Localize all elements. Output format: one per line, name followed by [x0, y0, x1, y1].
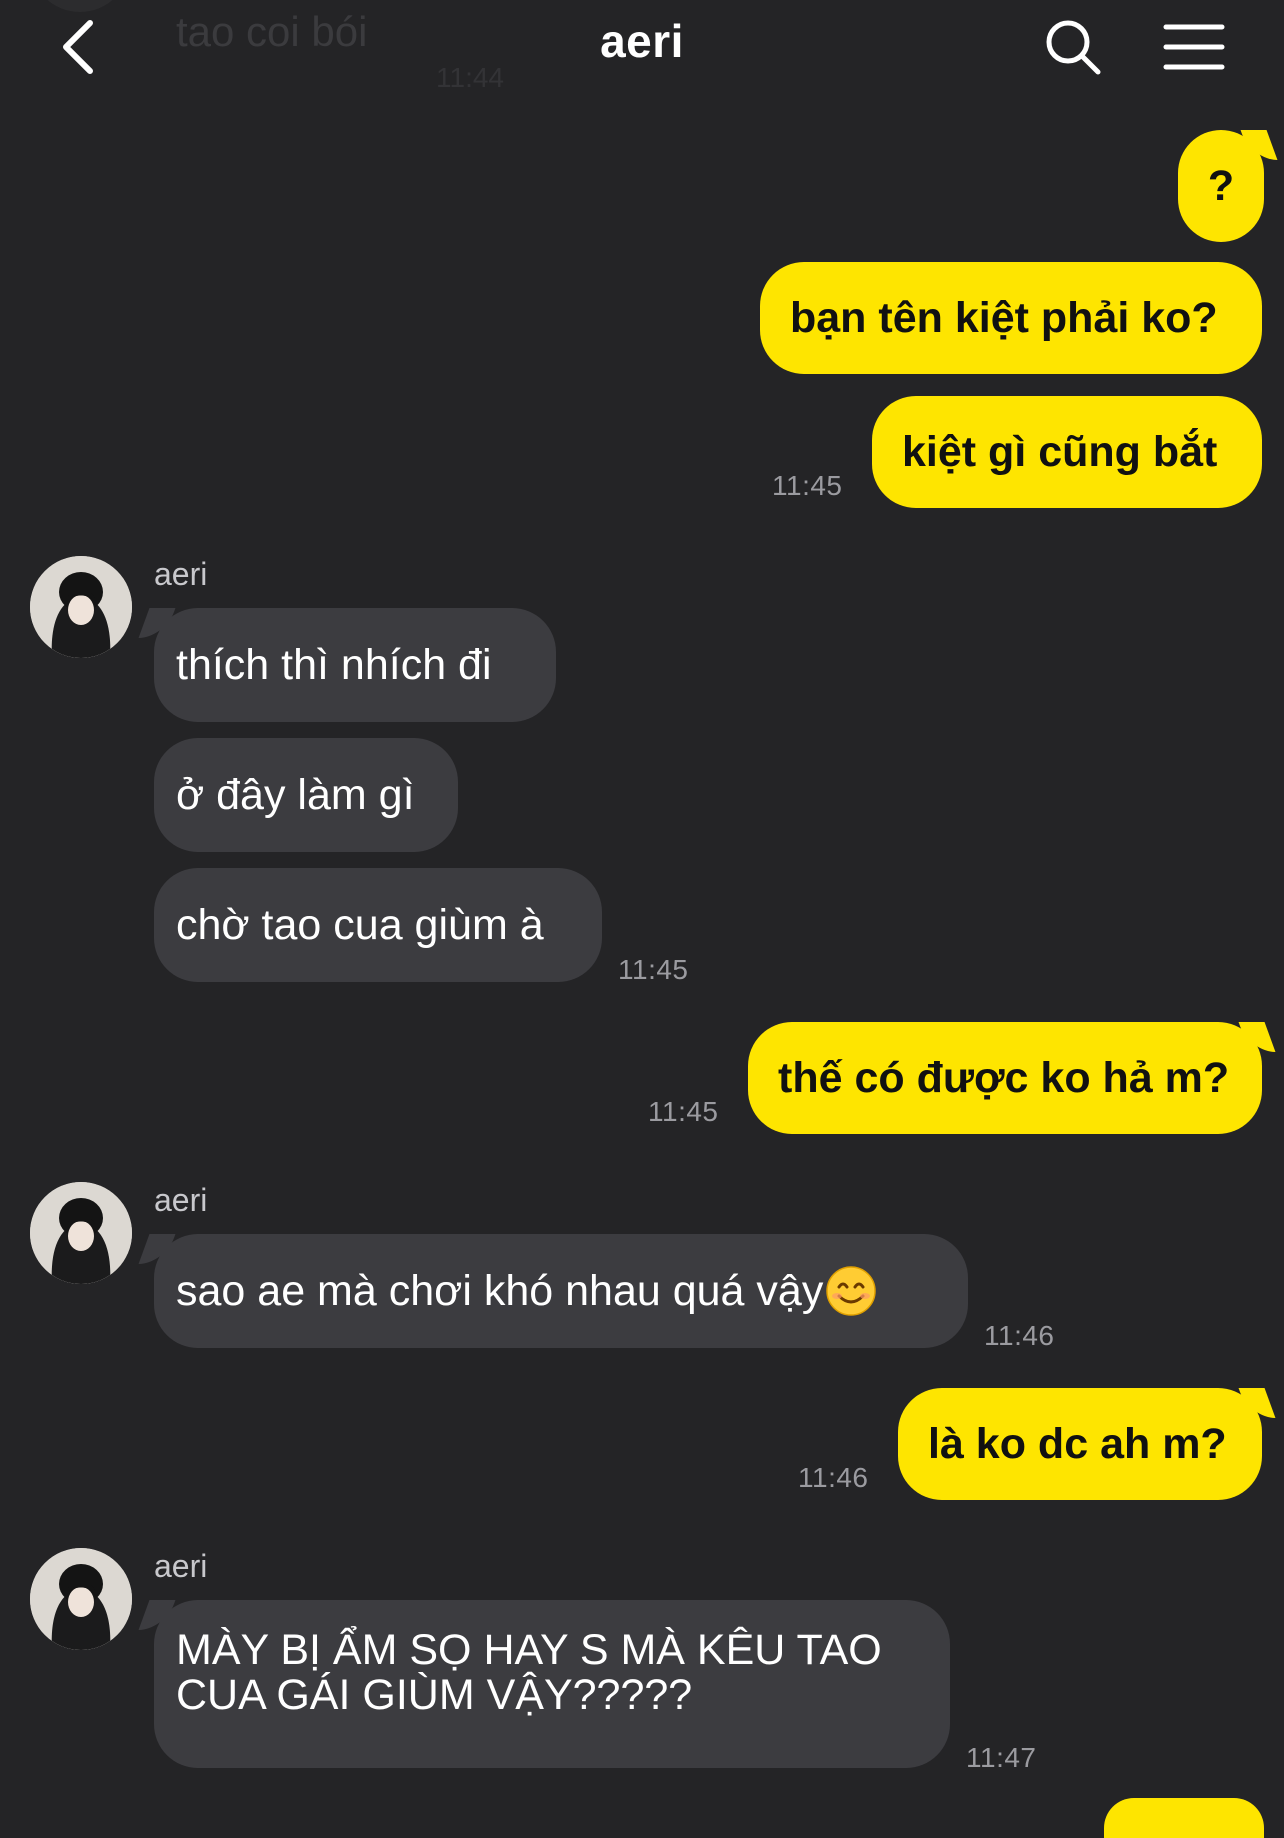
- their-message-bubble[interactable]: MÀY BỊ ẨM SỌ HAY S MÀ KÊU TAO CUA GÁI GI…: [154, 1600, 950, 1768]
- their-message-bubble[interactable]: chờ tao cua giùm à: [154, 868, 602, 982]
- sender-name: aeri: [154, 1182, 208, 1218]
- search-button[interactable]: [1040, 14, 1106, 80]
- message-text: ?: [1207, 161, 1235, 210]
- sender-name: aeri: [154, 1548, 208, 1584]
- message-text: kiệt gì cũng bắt: [902, 427, 1218, 476]
- message-text: bạn tên kiệt phải ko?: [790, 293, 1218, 342]
- menu-button[interactable]: [1160, 14, 1228, 80]
- message-timestamp: 11:47: [966, 1742, 1037, 1773]
- message-text: chờ tao cua giùm à: [176, 900, 544, 949]
- their-message-bubble[interactable]: ở đây làm gì: [154, 738, 458, 852]
- my-message-bubble[interactable]: bạn tên kiệt phải ko?: [760, 262, 1262, 374]
- sender-name: aeri: [154, 556, 208, 592]
- profile-photo-icon: [30, 1182, 132, 1284]
- contact-avatar[interactable]: [30, 1548, 132, 1650]
- their-message-bubble[interactable]: sao ae mà chơi khó nhau quá vậy: [154, 1234, 968, 1348]
- message-timestamp: 11:46: [984, 1320, 1055, 1351]
- their-message-bubble[interactable]: thích thì nhích đi: [154, 608, 556, 722]
- my-message-bubble-partial: [1104, 1798, 1264, 1838]
- message-text: MÀY BỊ ẨM SỌ HAY S MÀ KÊU TAO CUA GÁI GI…: [176, 1626, 882, 1720]
- chat-header: aeri: [0, 0, 1284, 100]
- message-timestamp: 11:46: [798, 1462, 869, 1493]
- message-text: sao ae mà chơi khó nhau quá vậy: [176, 1266, 824, 1315]
- message-timestamp: 11:45: [772, 470, 843, 501]
- my-message-bubble[interactable]: thế có được ko hả m?: [748, 1022, 1262, 1134]
- my-message-bubble[interactable]: kiệt gì cũng bắt: [872, 396, 1262, 508]
- message-text: thế có được ko hả m?: [778, 1053, 1230, 1102]
- smiling-face-emoji-icon: [826, 1266, 877, 1316]
- profile-photo-icon: [30, 556, 132, 658]
- contact-avatar[interactable]: [30, 1182, 132, 1284]
- profile-photo-icon: [30, 1548, 132, 1650]
- search-icon: [1046, 20, 1101, 75]
- message-text: ở đây làm gì: [176, 770, 415, 819]
- message-timestamp: 11:45: [648, 1096, 719, 1127]
- contact-avatar[interactable]: [30, 556, 132, 658]
- message-text: thích thì nhích đi: [176, 640, 492, 689]
- message-timestamp: 11:45: [618, 954, 689, 985]
- message-text: là ko dc ah m?: [928, 1419, 1227, 1468]
- my-message-bubble[interactable]: là ko dc ah m?: [898, 1388, 1262, 1500]
- hamburger-menu-icon: [1163, 24, 1225, 70]
